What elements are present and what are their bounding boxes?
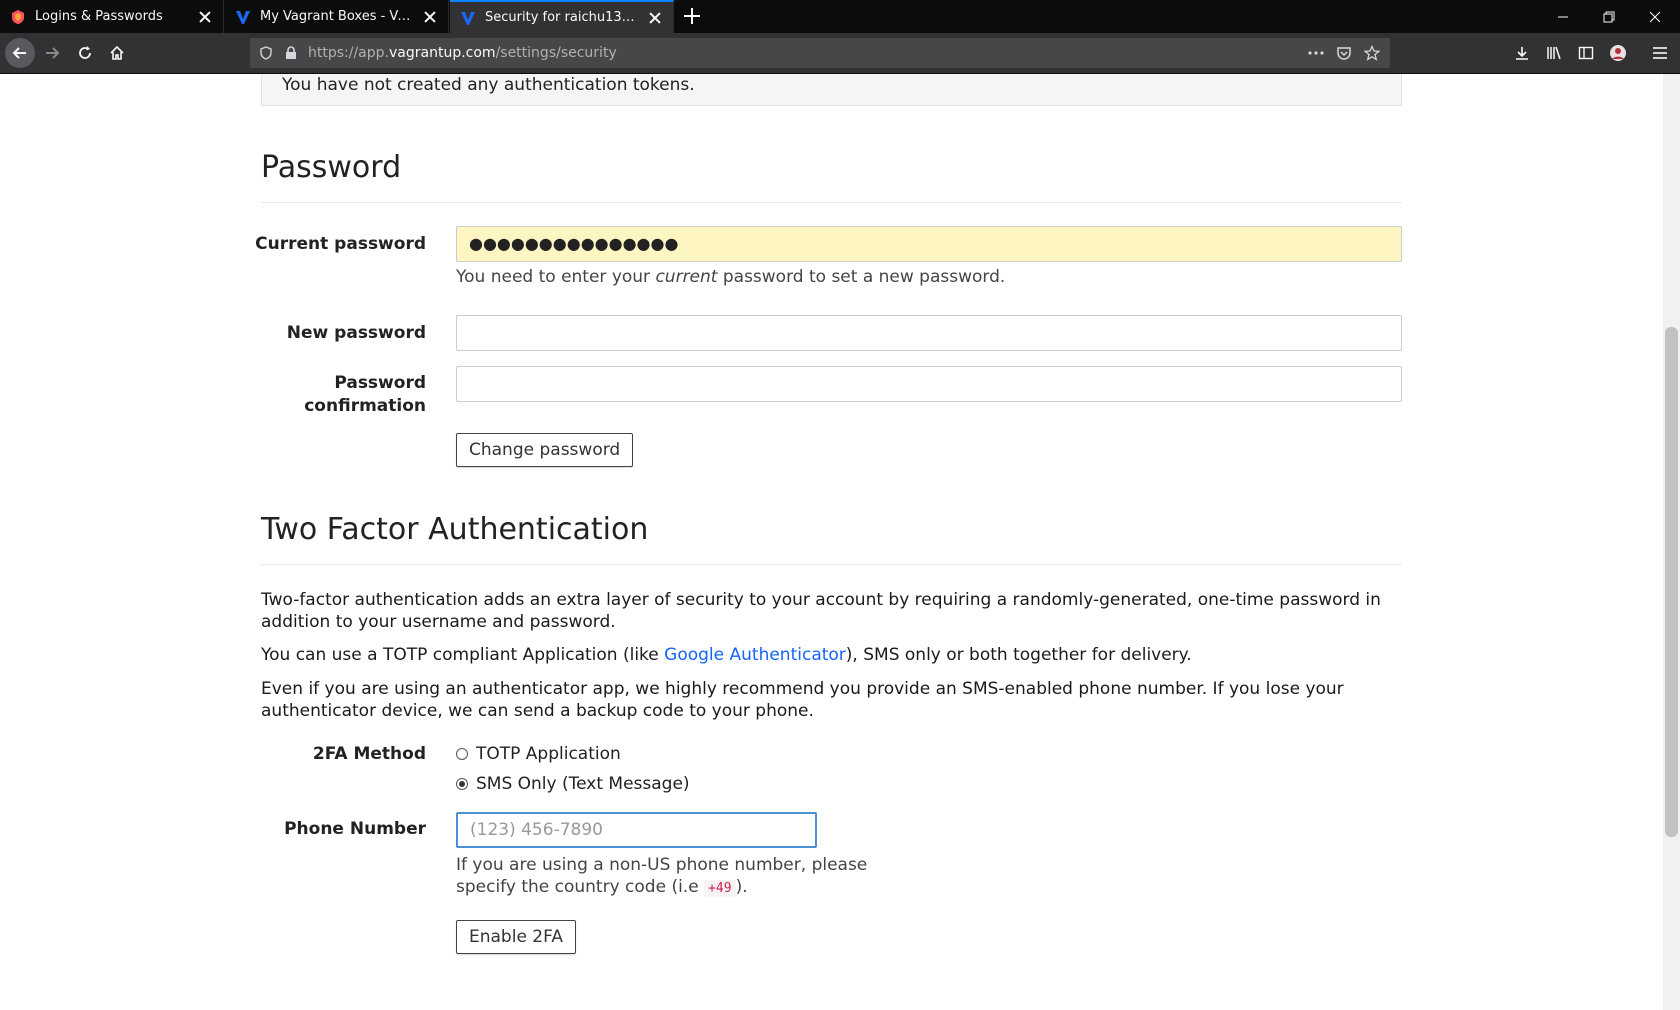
radio-button[interactable] xyxy=(456,778,468,790)
twofa-intro: Two-factor authentication adds an extra … xyxy=(261,590,1381,632)
radio-totp[interactable]: TOTP Application xyxy=(456,744,621,764)
tokens-empty-message: You have not created any authentication … xyxy=(282,75,695,95)
phone-number-label: Phone Number xyxy=(284,819,426,839)
vagrant-icon xyxy=(235,9,251,25)
label-line: confirmation xyxy=(304,396,426,416)
country-code-example: +49 xyxy=(704,880,736,897)
text: You can use a TOTP compliant Application… xyxy=(261,645,665,665)
account-avatar-icon[interactable] xyxy=(1604,39,1632,67)
tab-vagrant-boxes[interactable]: My Vagrant Boxes - Vagrant Cl xyxy=(225,0,449,33)
close-icon[interactable] xyxy=(197,9,213,25)
help-line: If you are using a non-US phone number, … xyxy=(456,855,868,875)
page-actions-icon[interactable] xyxy=(1302,51,1330,55)
help-text: You need to enter your xyxy=(456,267,656,287)
change-password-button[interactable]: Change password xyxy=(456,433,634,467)
bookmark-star-icon[interactable] xyxy=(1358,45,1386,61)
password-confirmation-input[interactable] xyxy=(456,366,1402,402)
radio-sms[interactable]: SMS Only (Text Message) xyxy=(456,774,690,794)
url-host: vagrantup.com xyxy=(389,45,496,61)
help-emphasis: current xyxy=(655,267,718,287)
radio-label: TOTP Application xyxy=(476,744,621,764)
forward-icon[interactable] xyxy=(38,39,66,67)
url-prefix: https://app. xyxy=(308,45,389,61)
password-confirmation-label: Password confirmation xyxy=(126,372,426,418)
new-tab-icon[interactable] xyxy=(681,5,703,27)
tab-security[interactable]: Security for raichu1334996994 xyxy=(450,0,674,33)
tab-title: My Vagrant Boxes - Vagrant Cl xyxy=(260,9,413,24)
home-icon[interactable] xyxy=(103,39,131,67)
password-heading: Password xyxy=(261,150,402,185)
tab-strip: Logins & Passwords My Vagrant Boxes - Va… xyxy=(0,0,1680,33)
close-icon[interactable] xyxy=(647,10,663,26)
lock-icon[interactable] xyxy=(284,46,298,60)
twofa-totp-note: You can use a TOTP compliant Application… xyxy=(261,644,1402,666)
text: ), SMS only or both together for deliver… xyxy=(845,645,1192,665)
radio-label: SMS Only (Text Message) xyxy=(476,774,690,794)
close-icon[interactable] xyxy=(422,9,438,25)
url-bar[interactable]: https://app.vagrantup.com/settings/secur… xyxy=(250,38,1390,68)
current-password-value: ●●●●●●●●●●●●●●● xyxy=(469,234,679,253)
enable-2fa-button[interactable]: Enable 2FA xyxy=(456,920,576,954)
new-password-label: New password xyxy=(286,323,426,343)
tokens-empty-box: You have not created any authentication … xyxy=(261,74,1402,106)
downloads-icon[interactable] xyxy=(1508,39,1536,67)
tab-title: Security for raichu1334996994 xyxy=(485,10,638,25)
google-authenticator-link[interactable]: Google Authenticator xyxy=(664,645,846,665)
back-icon[interactable] xyxy=(5,38,35,68)
sidebar-icon[interactable] xyxy=(1572,39,1600,67)
current-password-input[interactable]: ●●●●●●●●●●●●●●● xyxy=(456,226,1402,262)
twofa-recommend: Even if you are using an authenticator a… xyxy=(261,679,1344,721)
minimize-icon[interactable] xyxy=(1540,0,1586,33)
text: ). xyxy=(735,877,748,897)
lockwise-icon xyxy=(10,9,26,25)
divider xyxy=(261,202,1402,203)
current-password-label: Current password xyxy=(255,234,426,254)
pocket-icon[interactable] xyxy=(1330,45,1358,61)
radio-button[interactable] xyxy=(456,748,468,760)
tracking-protection-icon[interactable] xyxy=(258,46,274,60)
menu-icon[interactable] xyxy=(1646,39,1674,67)
url-path: /settings/security xyxy=(495,45,617,61)
page-content: You have not created any authentication … xyxy=(0,74,1663,1010)
tab-title: Logins & Passwords xyxy=(35,9,163,24)
reload-icon[interactable] xyxy=(71,39,99,67)
tab-logins[interactable]: Logins & Passwords xyxy=(0,0,224,33)
text: specify the country code (i.e xyxy=(456,877,705,897)
phone-help: If you are using a non-US phone number, … xyxy=(456,854,867,900)
phone-placeholder: (123) 456-7890 xyxy=(470,820,603,840)
twofa-method-label: 2FA Method xyxy=(312,744,426,764)
twofa-heading: Two Factor Authentication xyxy=(261,512,649,547)
label-line: Password xyxy=(334,373,426,393)
new-password-input[interactable] xyxy=(456,315,1402,351)
help-text: password to set a new password. xyxy=(717,267,1006,287)
phone-number-input[interactable]: (123) 456-7890 xyxy=(456,812,817,848)
url-text: https://app.vagrantup.com/settings/secur… xyxy=(308,45,617,61)
scrollbar-thumb[interactable] xyxy=(1665,327,1678,837)
help-line: specify the country code (i.e +49). xyxy=(456,876,867,900)
restore-icon[interactable] xyxy=(1586,0,1632,33)
navigation-toolbar: https://app.vagrantup.com/settings/secur… xyxy=(0,33,1680,74)
library-icon[interactable] xyxy=(1540,39,1568,67)
divider xyxy=(261,564,1402,565)
current-password-help: You need to enter your current password … xyxy=(456,266,1005,288)
close-window-icon[interactable] xyxy=(1632,0,1678,33)
vagrant-icon xyxy=(460,10,476,26)
